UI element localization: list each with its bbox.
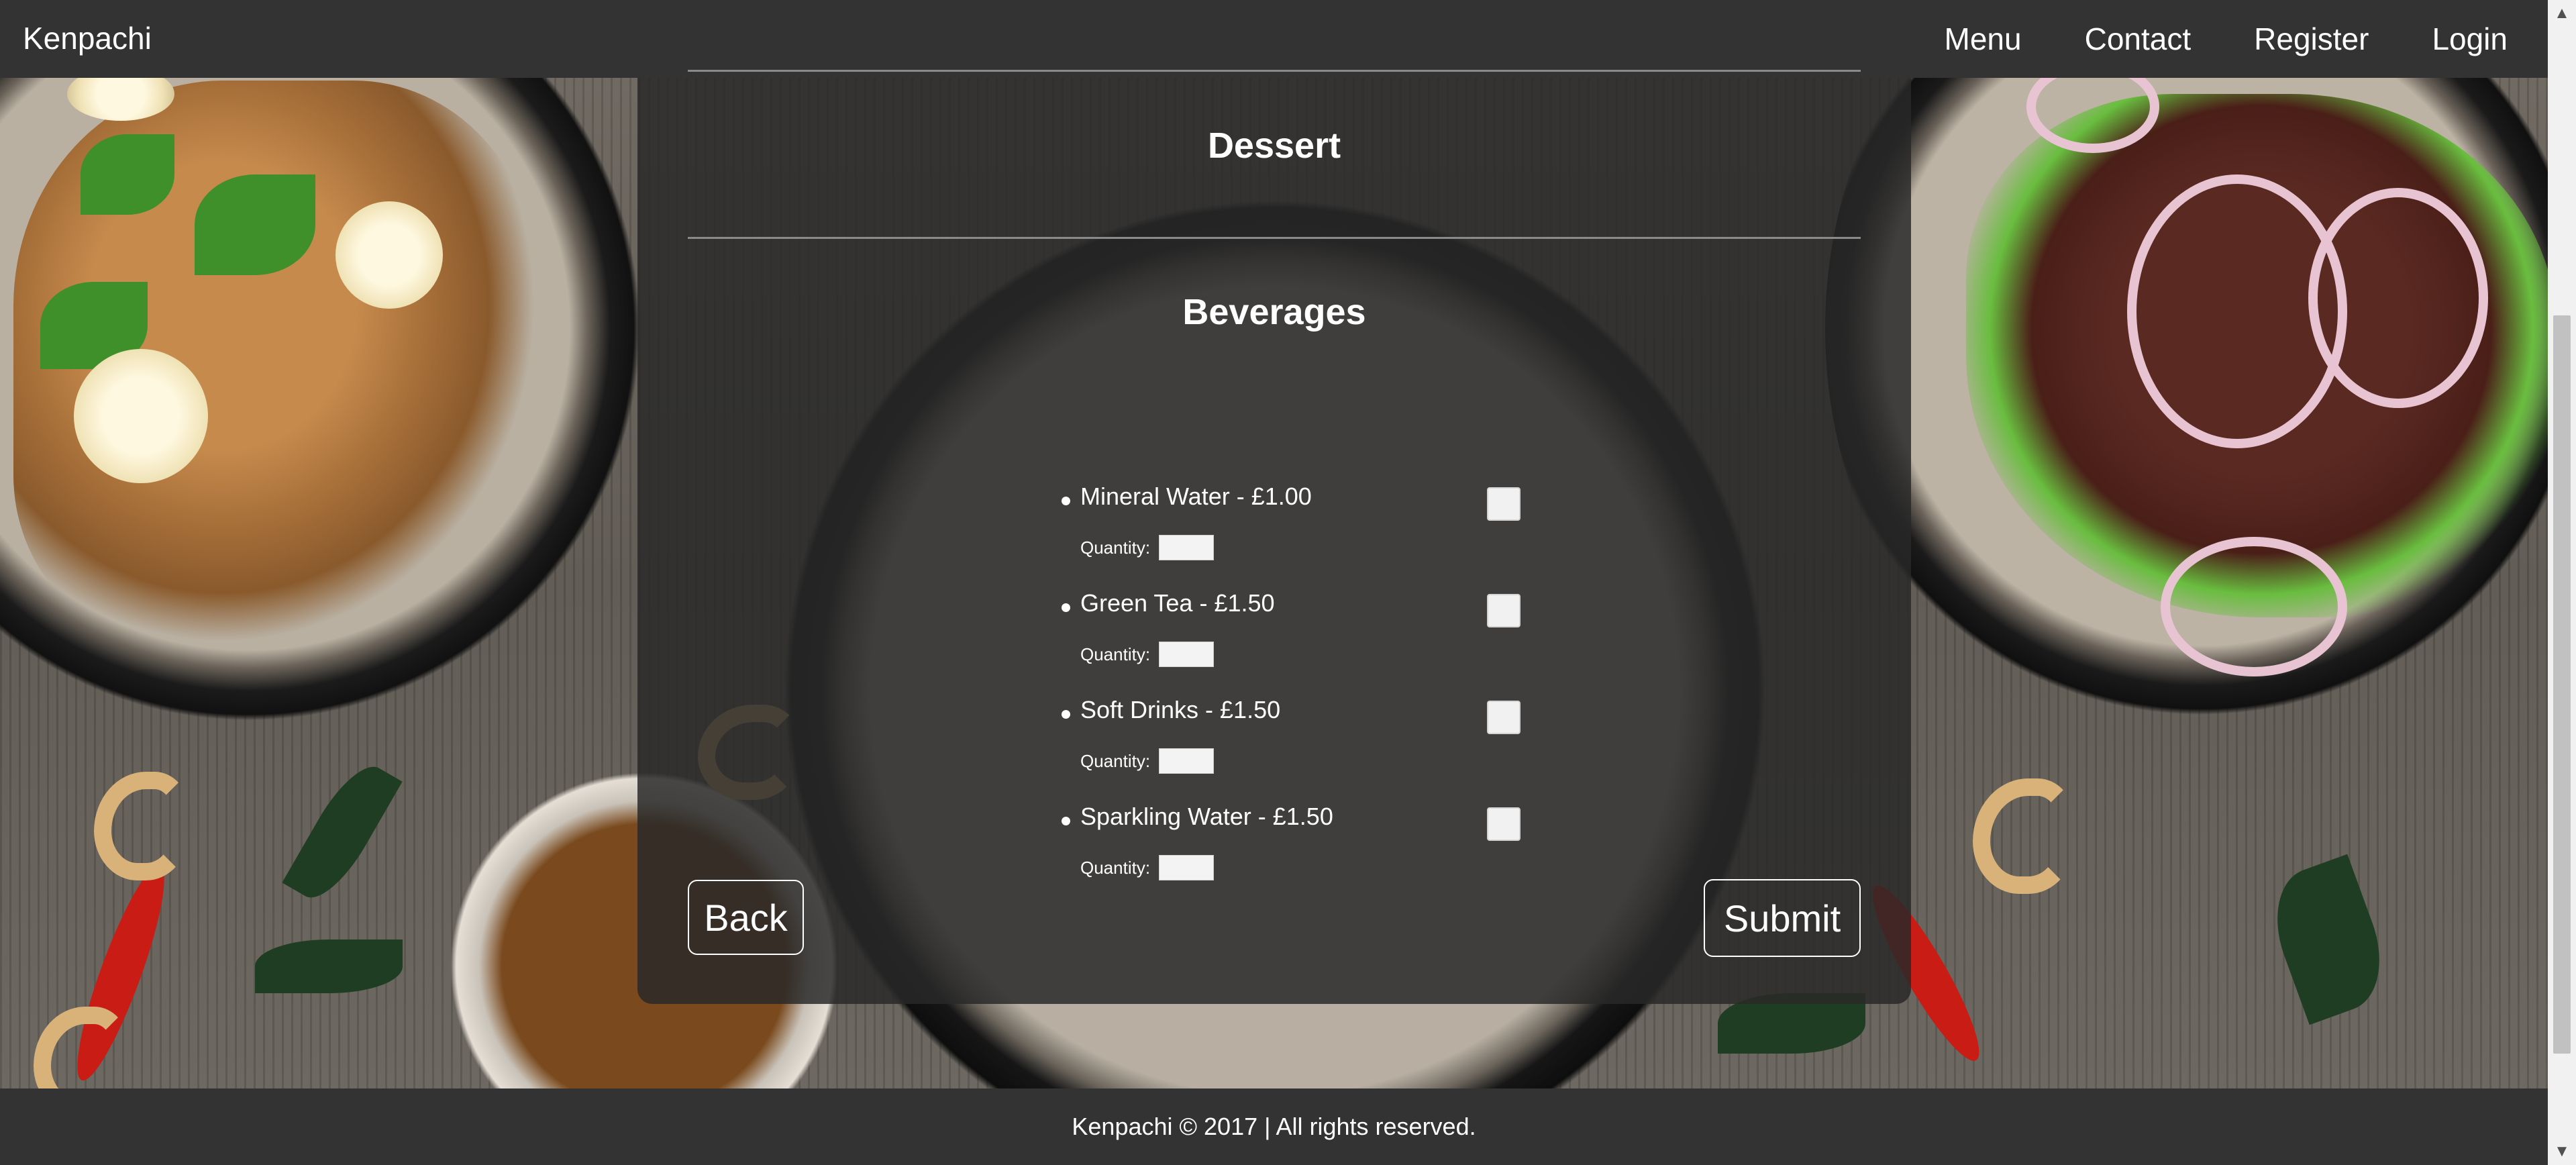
section-divider: [688, 70, 1861, 72]
menu-item-mineral-water: Mineral Water - £1.00 Quantity:: [637, 400, 1911, 560]
nav-register-link[interactable]: Register: [2254, 21, 2369, 57]
cream-dollop: [74, 349, 208, 483]
brand-logo-link[interactable]: Kenpachi: [23, 20, 152, 56]
page-footer: Kenpachi © 2017 | All rights reserved.: [0, 1088, 2548, 1165]
menu-order-panel: Dessert Beverages Mineral Water - £1.00 …: [637, 70, 1911, 1004]
top-navbar: Kenpachi Menu Contact Register Login: [0, 0, 2548, 78]
list-bullet: [1062, 710, 1070, 719]
cashew-nut: [1973, 778, 2075, 894]
nav-menu-link[interactable]: Menu: [1945, 21, 2022, 57]
back-button[interactable]: Back: [688, 880, 804, 955]
cashew-nut: [94, 772, 189, 880]
list-bullet: [1062, 817, 1070, 825]
cream-dollop: [336, 201, 443, 309]
dessert-section-title: Dessert: [1207, 125, 1341, 166]
quantity-input[interactable]: [1159, 855, 1214, 880]
leaf-decoration: [282, 754, 403, 910]
item-label: Sparkling Water - £1.50: [1080, 803, 1333, 830]
menu-item-green-tea: Green Tea - £1.50 Quantity:: [637, 507, 1911, 667]
menu-item-sparkling-water: Sparkling Water - £1.50 Quantity:: [637, 720, 1911, 880]
vertical-scrollbar[interactable]: ▲ ▼: [2548, 0, 2576, 1165]
herb-decoration: [195, 174, 315, 275]
leaf-decoration: [255, 940, 403, 993]
scrollbar-thumb[interactable]: [2553, 315, 2571, 1054]
quantity-label: Quantity:: [1080, 858, 1151, 878]
footer-copyright: Kenpachi © 2017 | All rights reserved.: [1072, 1113, 1476, 1140]
scroll-up-arrow-icon[interactable]: ▲: [2548, 0, 2576, 27]
onion-ring: [2308, 188, 2488, 408]
menu-item-soft-drinks: Soft Drinks - £1.50 Quantity:: [637, 613, 1911, 774]
submit-button[interactable]: Submit: [1704, 879, 1861, 957]
list-bullet: [1062, 497, 1070, 505]
page-viewport: Kenpachi Menu Contact Register Login Des…: [0, 0, 2548, 1165]
nav-contact-link[interactable]: Contact: [2085, 21, 2192, 57]
leaf-decoration: [2259, 854, 2398, 1025]
onion-ring: [2161, 537, 2347, 676]
nav-links: Menu Contact Register Login: [1945, 0, 2508, 78]
list-bullet: [1062, 603, 1070, 612]
scroll-down-arrow-icon[interactable]: ▼: [2548, 1138, 2576, 1165]
nav-login-link[interactable]: Login: [2432, 21, 2508, 57]
beverages-section-title: Beverages: [1182, 292, 1366, 332]
section-divider: [688, 237, 1861, 239]
herb-decoration: [81, 134, 174, 215]
item-select-checkbox[interactable]: [1487, 807, 1521, 841]
